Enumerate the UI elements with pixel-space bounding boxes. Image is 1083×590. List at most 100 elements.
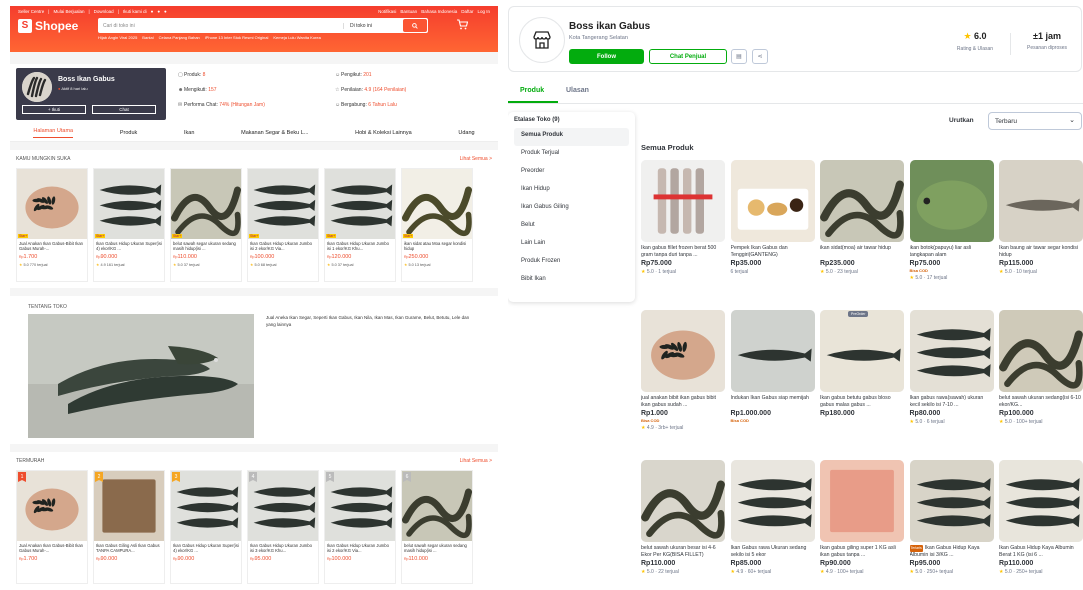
product-card[interactable]: Ikan baung air tawar segar kondisi hidup… [999, 160, 1083, 300]
topbar-link[interactable]: Ikuti kami di [123, 9, 147, 14]
about-title: TENTANG TOKO [28, 304, 67, 310]
topbar-separator: | [88, 9, 90, 14]
cart-icon[interactable] [456, 18, 469, 33]
product-rating: ★ 5.0 · 250+ terjual [909, 569, 954, 575]
shopee-topbar: Seller Centre | Mulai Berjualan | Download | I… [10, 6, 498, 14]
product-name: Ikan Gabus Hidup Ukuran Jumbo isi 3 ekor… [250, 543, 312, 553]
product-card[interactable]: Ikan gabus fillet frozen berat 500 gram … [641, 160, 725, 300]
about-description: Jual Aneka Ikan Segar, Seperti Ikan Gabu… [266, 315, 470, 327]
chat-seller-button[interactable]: Chat Penjual [649, 49, 727, 64]
share-icon[interactable]: ⋖ [752, 49, 768, 64]
topbar-link[interactable]: Bantuan [400, 9, 417, 14]
follow-button[interactable]: Follow [569, 49, 644, 64]
product-card[interactable]: jual anakan bibit ikan gabus bibit ikan … [641, 310, 725, 450]
product-card[interactable]: PreOrder Ikan gabus betutu gabus bloso ga… [820, 310, 904, 450]
topbar-link[interactable]: Download [94, 9, 114, 14]
search-suggestion[interactable]: Celana Panjang Bahan [159, 35, 200, 40]
chat-button[interactable]: Chat [92, 105, 156, 114]
topbar-left-links: Seller Centre | Mulai Berjualan | Download | I… [18, 9, 167, 14]
product-image: 5 [325, 471, 395, 541]
product-card[interactable]: Star+ Jual Anakan Ikan Gabus-Bibit Ikan G… [16, 168, 88, 282]
tab-udang[interactable]: Udang [458, 130, 474, 136]
product-price: Rp95.000 [250, 556, 272, 562]
etalase-item-preorder[interactable]: Preorder [514, 164, 629, 182]
etalase-item-ikan-gabus-giling[interactable]: Ikan Gabus Giling [514, 200, 629, 218]
product-card[interactable]: Pempek Ikan Gabus dan Tenggiri(GANTENG) R… [730, 160, 815, 300]
product-price: Rp95.000 [909, 560, 941, 567]
product-price: Rp75.000 [641, 260, 672, 267]
etalase-item-produk-frozen[interactable]: Produk Frozen [514, 254, 629, 272]
tab-produk[interactable]: Produk [120, 130, 137, 136]
shopee-logo[interactable]: S Shopee [18, 18, 88, 33]
product-card[interactable]: ikan sidat(moa) air tawar hidup Rp235.000… [820, 160, 904, 300]
product-rating: ★ 4.9 · 100+ terjual [820, 569, 864, 575]
social-ig-icon[interactable]: ● [157, 9, 160, 14]
product-price: Rp110.000 [173, 254, 197, 260]
etalase-item-bibit-ikan[interactable]: Bibit Ikan [514, 272, 629, 290]
etalase-item-lain-lain[interactable]: Lain Lain [514, 236, 629, 254]
product-card[interactable]: 1 Jual Anakan Ikan Gabus-Bibit Ikan Gabus… [16, 470, 88, 584]
product-card[interactable]: 6 belut sawah segar ukuran sedang masih h… [401, 470, 473, 584]
product-card[interactable]: ikan botok(papuyu) liar asli tangkapan a… [909, 160, 994, 300]
cheapest-list: 1 Jual Anakan Ikan Gabus-Bibit Ikan Gabus… [16, 470, 492, 584]
product-card[interactable]: Terlaris Ikan Gabus Hidup Kaya Albumin is… [909, 460, 994, 590]
topbar-link[interactable]: Seller Centre [18, 9, 44, 14]
follow-button[interactable]: + Ikuti [22, 105, 86, 114]
product-card[interactable]: Indukan Ikan Gabus siap memijah Rp1.000.0… [730, 310, 815, 450]
product-name: Ikan Gabus Hidup Ukuran Jumbo isi 1 ekor… [327, 241, 389, 251]
shop-stat: ☺Bergabung: 6 Tahun Lalu [335, 102, 492, 117]
search-suggestion[interactable]: Bantal [142, 35, 153, 40]
social-li-icon[interactable]: ● [164, 9, 167, 14]
etalase-item-belut[interactable]: Belut [514, 218, 629, 236]
product-card[interactable]: belut sawah ukuran besar isi 4-6 Ekor Pe… [641, 460, 725, 590]
tab-ikan[interactable]: Ikan [184, 130, 194, 136]
product-card[interactable]: Ikan Gabus Hidup Kaya Albumin Berat 1 KG… [999, 460, 1083, 590]
topbar-link[interactable]: Mulai Berjualan [53, 9, 84, 14]
product-card[interactable]: Star+ Ikan Gabus Hidup Ukuran Jumbo isi 2… [247, 168, 319, 282]
topbar-link[interactable]: Bahasa Indonesia [421, 9, 457, 14]
search-suggestion[interactable]: iPhone 13 Inter Stok Resmi Original [205, 35, 269, 40]
topbar-right-links: Notifikasi Bantuan Bahasa Indonesia Daftar L… [378, 9, 490, 14]
product-name: Terlaris Ikan Gabus Hidup Kaya Albumin is… [909, 545, 980, 558]
product-card[interactable]: Star+ Ikan Gabus Hidup Ukuran Jumbo isi 1… [324, 168, 396, 282]
product-card[interactable]: 2 Ikan Gabus Giling Asli Ikan Gabus TANPA… [93, 470, 165, 584]
search-input[interactable]: Cari di toko ini [99, 23, 343, 29]
product-card[interactable]: belut sawah ukuran sedang(isi 6-10 ekor/… [999, 310, 1083, 450]
product-card[interactable]: 5 Ikan Gabus Hidup Ukuran Jumbo isi 2 eko… [324, 470, 396, 584]
see-all-link[interactable]: Lihat Semua > [460, 458, 492, 464]
product-card[interactable]: Ikan Gabus rawa Ukuran sedang sekilo isi… [730, 460, 815, 590]
product-card[interactable]: Ikan gabus giling super 1 KG asli ikan g… [820, 460, 904, 590]
etalase-item-produk-terjual[interactable]: Produk Terjual [514, 146, 629, 164]
stat-value: 157 [208, 87, 217, 93]
tab-produk[interactable]: Produk [520, 87, 544, 94]
product-card[interactable]: Ikan gabus rawa(sawah) ukuran kecil seki… [909, 310, 994, 450]
etalase-item-ikan-hidup[interactable]: Ikan Hidup [514, 182, 629, 200]
product-card[interactable]: Star+ ikan sidat atau Moa segar kondisi h… [401, 168, 473, 282]
product-card[interactable]: 3 Ikan Gabus Hidup Ukuran Super(isi 4) ek… [170, 470, 242, 584]
star-icon: ★ [641, 569, 647, 575]
tab-makanan-segar-beku-l[interactable]: Makanan Segar & Beku L... [241, 130, 308, 136]
tab-hobi-koleksi-lainnya[interactable]: Hobi & Koleksi Lainnya [355, 130, 412, 136]
preorder-badge: PreOrder [848, 311, 869, 317]
tab-halaman-utama[interactable]: Halaman Utama [33, 128, 74, 138]
product-card[interactable]: Star+ belut sawah segar ukuran sedang mas… [170, 168, 242, 282]
topbar-link[interactable]: Notifikasi [378, 9, 396, 14]
stat-label: Produk: [184, 72, 203, 78]
topbar-link[interactable]: Daftar [461, 9, 473, 14]
search-scope-select[interactable]: Di toko ini [343, 22, 403, 29]
stat-label: Pengikut: [341, 72, 364, 78]
search-suggestion[interactable]: Hijab Angin Viral 2025 [98, 35, 137, 40]
search-suggestion[interactable]: Kemeja Lulu Wanita Korea [273, 35, 320, 40]
etalase-item-semua-produk[interactable]: Semua Produk [514, 128, 629, 146]
tab-ulasan[interactable]: Ulasan [566, 87, 589, 94]
topbar-link[interactable]: Log In [477, 9, 490, 14]
info-icon[interactable]: ▤ [731, 49, 747, 64]
product-card[interactable]: Star+ Ikan Gabus Hidup Ukuran Super(isi 4… [93, 168, 165, 282]
sort-select[interactable]: Terbaru ⌄ [988, 112, 1082, 130]
product-card[interactable]: 4 Ikan Gabus Hidup Ukuran Jumbo isi 3 eko… [247, 470, 319, 584]
see-all-link[interactable]: Lihat Semua > [460, 156, 492, 162]
search-button[interactable] [403, 19, 427, 32]
product-image: Star+ [171, 169, 241, 239]
currency: Rp [250, 557, 255, 561]
social-fb-icon[interactable]: ● [151, 9, 154, 14]
